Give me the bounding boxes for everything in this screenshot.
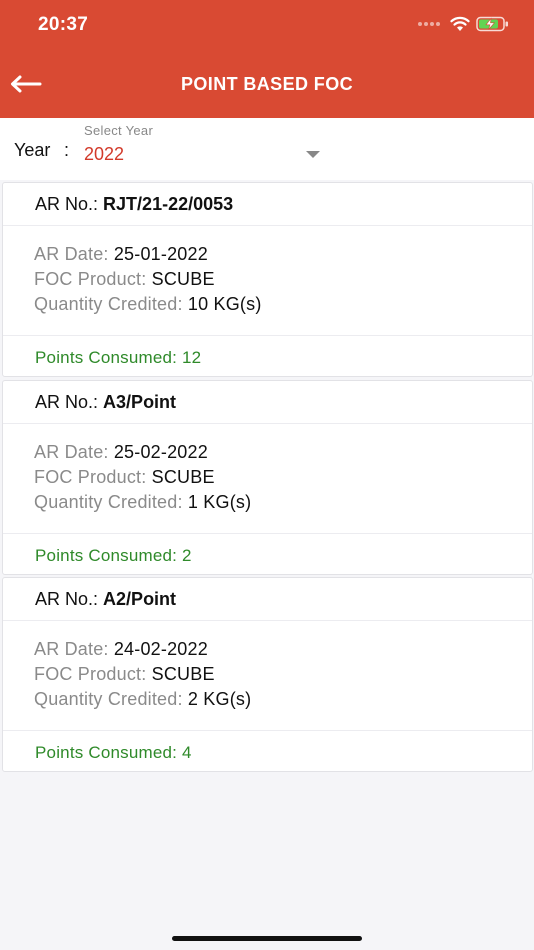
year-filter: Year : Select Year 2022 (0, 118, 534, 180)
quantity-line: Quantity Credited: 2 KG(s) (34, 689, 252, 709)
ar-date-line: AR Date: 24-02-2022 (34, 639, 208, 659)
points-consumed: Points Consumed: 2 (35, 546, 192, 565)
foc-record-card: AR No.: A3/Point AR Date: 25-02-2022 FOC… (2, 380, 533, 575)
page-title: POINT BASED FOC (180, 74, 353, 94)
card-header: AR No.: A2/Point (3, 578, 532, 621)
foc-product-line: FOC Product: SCUBE (34, 664, 215, 684)
quantity-line: Quantity Credited: 1 KG(s) (34, 492, 252, 512)
ar-number: AR No.: RJT/21-22/0053 (35, 194, 234, 214)
ar-number: AR No.: A3/Point (35, 392, 177, 412)
foc-record-card: AR No.: RJT/21-22/0053 AR Date: 25-01-20… (2, 182, 533, 377)
dropdown-caret-icon[interactable] (306, 151, 320, 158)
foc-record-card: AR No.: A2/Point AR Date: 24-02-2022 FOC… (2, 577, 533, 772)
card-header: AR No.: A3/Point (3, 381, 532, 424)
year-label: Year (14, 140, 51, 160)
card-footer: Points Consumed: 4 (3, 731, 532, 773)
points-consumed: Points Consumed: 12 (35, 348, 202, 367)
card-details: AR Date: 25-01-2022 FOC Product: SCUBE Q… (3, 226, 532, 336)
points-consumed: Points Consumed: 4 (35, 743, 192, 762)
ar-number: AR No.: A2/Point (35, 589, 177, 609)
signal-icon (418, 22, 440, 26)
status-icons (418, 16, 510, 32)
ar-date-line: AR Date: 25-02-2022 (34, 442, 208, 462)
quantity-line: Quantity Credited: 10 KG(s) (34, 294, 262, 314)
home-indicator[interactable] (172, 936, 362, 941)
battery-charging-icon (476, 16, 508, 32)
app-header: 20:37 POINT BASED FOC (0, 0, 534, 118)
year-select[interactable]: 2022 (84, 144, 124, 165)
card-details: AR Date: 24-02-2022 FOC Product: SCUBE Q… (3, 621, 532, 731)
card-footer: Points Consumed: 12 (3, 336, 532, 378)
year-colon: : (64, 140, 70, 160)
select-year-hint: Select Year (84, 123, 154, 138)
foc-product-line: FOC Product: SCUBE (34, 269, 215, 289)
ar-date-line: AR Date: 25-01-2022 (34, 244, 208, 264)
status-time: 20:37 (38, 14, 89, 35)
card-footer: Points Consumed: 2 (3, 534, 532, 576)
wifi-icon (450, 16, 470, 31)
card-details: AR Date: 25-02-2022 FOC Product: SCUBE Q… (3, 424, 532, 534)
foc-product-line: FOC Product: SCUBE (34, 467, 215, 487)
card-header: AR No.: RJT/21-22/0053 (3, 183, 532, 226)
